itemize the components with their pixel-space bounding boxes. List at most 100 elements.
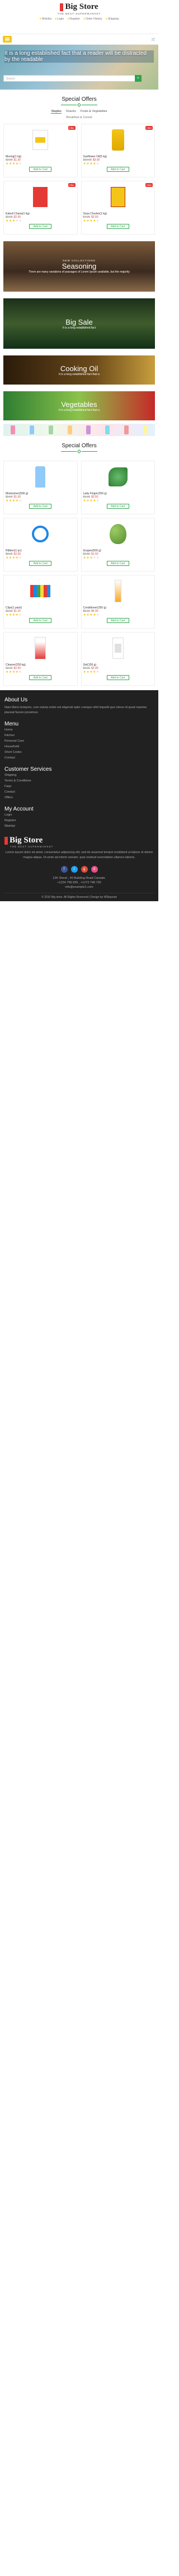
wishlist-link[interactable]: ♥Wishlist: [40, 17, 51, 21]
footer-link-home[interactable]: Home: [4, 727, 154, 733]
rating-stars: ★★★★★: [83, 219, 100, 223]
product-image[interactable]: [83, 126, 153, 154]
add-to-cart-button[interactable]: Add to Cart: [29, 504, 52, 509]
add-to-cart-button[interactable]: Add to Cart: [29, 618, 52, 623]
product-image[interactable]: [83, 634, 153, 662]
cooking-oil-banner[interactable]: Cooking Oil It is a long established fac…: [3, 355, 155, 385]
site-footer: About Us Nam libero tempore, cum soluta …: [0, 690, 158, 901]
facebook-icon[interactable]: f: [60, 866, 68, 873]
product-image[interactable]: [83, 577, 153, 605]
tab-fruits-vegetables[interactable]: Fruits & Vegetables: [81, 110, 107, 114]
product-image[interactable]: [6, 183, 76, 211]
footer-tagline: THE BEST SUPERMARKET: [10, 845, 54, 848]
product-image[interactable]: [83, 183, 153, 211]
product-image[interactable]: [6, 577, 76, 605]
product-card: Clips(1 pack) $2.00 $1.20 ★★★★★ Add to Ca…: [3, 575, 78, 629]
heart-icon: ♥: [39, 17, 41, 21]
product-card: Lady Finger(250 g) $1.00 $0.50 ★★★★★ Add …: [81, 461, 155, 514]
footer-link-personal-care[interactable]: Personal Care: [4, 738, 154, 744]
product-image[interactable]: [6, 463, 76, 491]
twitter-icon[interactable]: t: [70, 866, 78, 873]
add-to-cart-button[interactable]: Add to Cart: [29, 167, 52, 172]
copyright: © 2016 Big store. All Rights Reserved | …: [4, 893, 154, 899]
footer-link-register[interactable]: Register: [4, 818, 154, 823]
footer-logo[interactable]: Big Store: [4, 836, 154, 845]
brand-tagline: THE BEST SUPERMARKET: [57, 12, 101, 15]
header-links: ♥Wishlist ●Login ●Register ●Order Histor…: [3, 17, 155, 21]
tab-staples[interactable]: Staples: [51, 110, 62, 114]
footer-lorem: Lorem ipsum dolor sit amet, consectetur …: [5, 851, 153, 859]
add-to-cart-button[interactable]: Add to Cart: [106, 224, 129, 229]
phone-text: +1234 758 839 , +1273 748 730: [57, 881, 101, 884]
footer-link-login[interactable]: Login: [4, 812, 154, 818]
add-to-cart-button[interactable]: Add to Cart: [29, 224, 52, 229]
search-input[interactable]: Search: [3, 75, 136, 82]
vegetables-banner[interactable]: Vegetables It is a long established fact…: [3, 391, 155, 420]
product-card: Gel(150 g) $3.00 $2.00 ★★★★★ Add to Cart: [81, 632, 155, 686]
product-image[interactable]: [6, 520, 76, 548]
product-card: Offer Soya Chunks(1 kg) $4.00 $3.50 ★★★★★…: [81, 181, 155, 235]
product-card: Offer Moong(1 kg) $2.00 $1.50 ★★★★★ Add t…: [3, 124, 78, 177]
product-image[interactable]: [6, 634, 76, 662]
category-tabs: Staples Snacks Fruits & Vegetables: [0, 110, 158, 114]
brand-logo[interactable]: Big Store: [3, 2, 155, 12]
footer-link-contact[interactable]: Contact: [4, 789, 154, 795]
rating-stars: ★★★★★: [83, 499, 100, 503]
footer-link-terms[interactable]: Terms & Conditions: [4, 778, 154, 784]
cart-icon[interactable]: 🛒: [152, 38, 156, 41]
address-text: 12K Street , 45 Building Road Canada.: [53, 877, 106, 880]
footer-menu: Home Kitchen Personal Care Household Sho…: [4, 727, 154, 761]
product-card: Offer Kabuli Chana(1 kg) $3.00 $2.00 ★★★★…: [3, 181, 78, 235]
section-title: Special Offers: [62, 96, 97, 102]
product-image[interactable]: [83, 463, 153, 491]
add-to-cart-button[interactable]: Add to Cart: [29, 675, 52, 680]
section-title: Special Offers: [62, 443, 97, 449]
add-to-cart-button[interactable]: Add to Cart: [106, 167, 129, 172]
history-icon: ●: [83, 17, 85, 21]
my-account-heading: My Account: [4, 806, 34, 812]
footer-link-kitchen[interactable]: Kitchen: [4, 733, 154, 738]
offer-badge: Offer: [145, 183, 153, 187]
product-image[interactable]: [6, 126, 76, 154]
footer-link-household[interactable]: Household: [4, 744, 154, 750]
add-to-cart-button[interactable]: Add to Cart: [106, 504, 129, 509]
footer-link-offers[interactable]: Offers: [4, 795, 154, 800]
offer-badge: Offer: [145, 126, 153, 130]
footer-link-wishlist[interactable]: Wishlist: [4, 823, 154, 829]
footer-services: Shipping Terms & Conditions Faqs Contact…: [4, 772, 154, 800]
rating-stars: ★★★★★: [6, 162, 22, 166]
google-plus-icon[interactable]: g: [81, 866, 88, 873]
add-to-cart-button[interactable]: Add to Cart: [106, 561, 129, 566]
footer-link-contact[interactable]: Contact: [4, 755, 154, 761]
footer-link-short-codes[interactable]: Short Codes: [4, 750, 154, 755]
seasoning-banner[interactable]: NEW COLLECTIONS Seasoning There are many…: [3, 241, 155, 292]
add-to-cart-button[interactable]: Add to Cart: [29, 561, 52, 566]
rating-stars: ★★★★★: [6, 499, 22, 503]
footer-link-shipping[interactable]: Shipping: [4, 772, 154, 778]
products-strip-image[interactable]: [3, 424, 155, 436]
shipping-link[interactable]: ●Shipping: [106, 17, 119, 21]
add-to-cart-button[interactable]: Add to Cart: [106, 618, 129, 623]
big-sale-banner[interactable]: Big Sale It is a long established fact: [3, 298, 155, 349]
login-link[interactable]: ●Login: [55, 17, 64, 21]
search-button[interactable]: ⌕: [135, 75, 142, 82]
section-divider: [0, 102, 158, 107]
register-link[interactable]: ●Register: [67, 17, 80, 21]
logo-mark: [4, 836, 8, 845]
add-to-cart-button[interactable]: Add to Cart: [106, 675, 129, 680]
rating-stars: ★★★★★: [6, 613, 22, 617]
rating-stars: ★★★★★: [6, 219, 22, 223]
menu-toggle-icon[interactable]: [3, 36, 12, 43]
lock-icon: ●: [55, 17, 57, 21]
tab-snacks[interactable]: Snacks: [66, 110, 76, 114]
email-link[interactable]: info@example1.com: [4, 885, 154, 889]
footer-link-faqs[interactable]: Faqs: [4, 784, 154, 789]
banner-text: It is a long established fact: [63, 326, 96, 330]
product-image[interactable]: [83, 520, 153, 548]
truck-icon: ●: [105, 17, 107, 21]
banner-text: It is a long established fact that a: [59, 372, 100, 376]
rating-stars: ★★★★★: [83, 162, 100, 166]
order-history-link[interactable]: ●Order History: [83, 17, 102, 21]
footer-account: Login Register Wishlist: [4, 812, 154, 829]
dribbble-icon[interactable]: d: [91, 866, 98, 873]
